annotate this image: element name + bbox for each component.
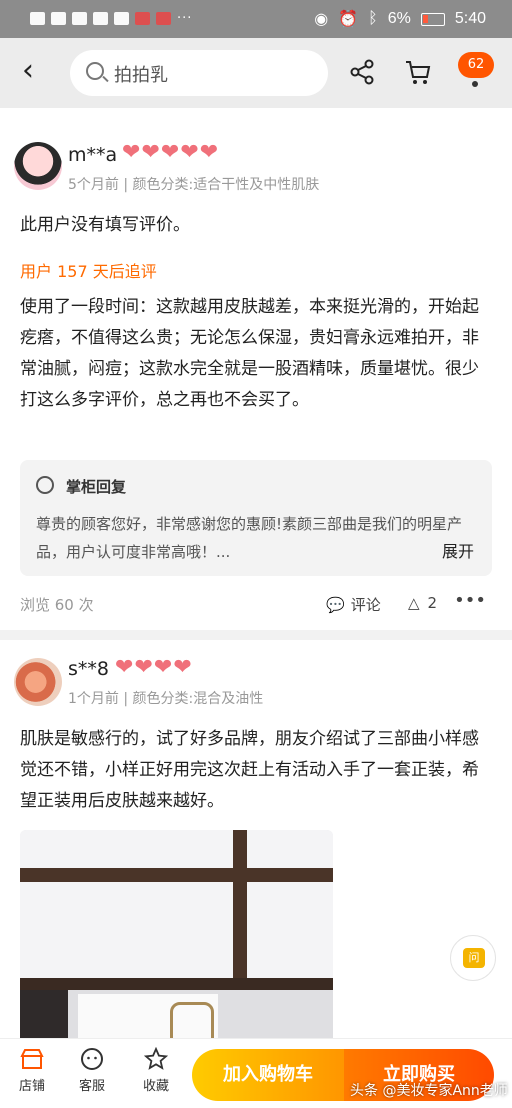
comment-label: 评论 [350,596,381,614]
heart-icon: ❤ [115,655,134,680]
service-label: 客服 [78,1079,105,1094]
review-item: m**a ❤ ❤ ❤ ❤ ❤ 5个月前 | 颜色分类:适合干性及中性肌肤 此用户… [0,108,512,642]
search-input[interactable]: 拍拍乳 [70,50,328,96]
share-icon[interactable] [348,58,376,86]
shop-button[interactable]: 店铺 [4,1047,60,1094]
view-count: 浏览 60 次 [20,596,94,614]
like-button[interactable]: △ 2 [408,594,437,612]
watermark: 头条 @美妆专家Ann老师 [350,1083,508,1099]
favorite-label: 收藏 [142,1079,169,1094]
review-photo[interactable] [20,830,333,1042]
rating-hearts: ❤ ❤ ❤ ❤ ❤ [122,142,218,164]
divider [0,630,512,640]
clock: 5:40 [454,10,486,27]
like-icon: △ [408,594,420,612]
smiley-icon [36,476,54,494]
ask-icon: 问 [463,948,485,968]
add-to-cart-button[interactable]: 加入购物车 [192,1049,344,1101]
battery-icon [420,12,445,26]
photo-gold-shape [170,1002,214,1042]
more-icon[interactable]: ••• [454,590,486,611]
photo-ribbon [20,978,333,990]
heart-icon: ❤ [141,140,160,165]
heart-icon: ❤ [180,140,199,165]
service-button[interactable]: 客服 [64,1047,120,1094]
favorite-button[interactable]: 收藏 [128,1047,184,1094]
app-icon [114,12,129,25]
status-icons-left: ··· [30,11,192,26]
shop-label: 店铺 [18,1079,45,1094]
followup-label: 用户 157 天后追评 [20,262,157,281]
heart-icon: ❤ [199,140,219,165]
username: s**8 [68,658,109,680]
review-stats: 浏览 60 次 💬 评论 △ 2 ••• [20,590,492,618]
top-bar: ‹ 拍拍乳 62 [0,38,512,108]
wechat-icon [93,12,108,25]
heart-icon: ❤ [173,655,192,680]
service-icon [81,1048,103,1070]
heart-icon: ❤ [134,655,153,680]
photo-ribbon [20,868,333,882]
eye-icon: ◉ [314,11,329,28]
comment-icon: 💬 [326,595,345,614]
signal-icon [51,12,66,25]
followup-text: 使用了一段时间：这款越用皮肤越差，本来挺光滑的，开始起疙瘩，不值得这么贵；无论怎… [20,297,479,410]
message-badge[interactable]: 62 [458,52,494,78]
back-button[interactable]: ‹ [22,56,34,86]
comment-button[interactable]: 💬 评论 [326,594,381,615]
message-menu-icon[interactable] [472,81,478,87]
rating-hearts: ❤ ❤ ❤ ❤ [115,657,192,679]
review-text: 肌肤是敏感行的，试了好多品牌，朋友介绍试了三部曲小样感觉还不错，小样正好用完这次… [20,729,479,811]
expand-button[interactable]: 展开 [442,538,474,562]
reply-text: 尊贵的顾客您好，非常感谢您的惠顾!素颜三部曲是我们的明星产品，用户认可度非常高哦… [36,515,463,561]
heart-icon: ❤ [160,140,180,165]
status-icons-right: ◉ ⏰ ᛒ 6% 5:40 [314,9,486,29]
reply-title: 掌柜回复 [66,478,127,496]
ask-button[interactable]: 问 [450,935,496,981]
review-text: 此用户没有填写评价。 [20,215,190,235]
search-placeholder: 拍拍乳 [114,65,168,86]
like-count: 2 [427,594,438,612]
hourglass-icon [72,12,87,25]
more-notifications-icon: ··· [177,11,193,26]
shop-icon [20,1049,44,1069]
heart-icon: ❤ [153,655,173,680]
review-meta: 1个月前 | 颜色分类:混合及油性 [68,691,264,707]
cart-icon[interactable] [404,58,432,86]
star-icon [144,1047,168,1070]
hd-icon [30,12,45,25]
seller-reply: 掌柜回复 尊贵的顾客您好，非常感谢您的惠顾!素颜三部曲是我们的明星产品，用户认可… [20,460,492,576]
avatar[interactable] [14,658,62,706]
search-icon [86,62,104,80]
username: m**a [68,144,118,166]
battery-percent: 6% [387,10,411,27]
avatar[interactable] [14,142,62,190]
photo-shadow [20,990,68,1042]
review-meta: 5个月前 | 颜色分类:适合干性及中性肌肤 [68,177,320,193]
photo-box-top [20,830,333,990]
app-icon-red [135,12,150,25]
status-bar: ··· ◉ ⏰ ᛒ 6% 5:40 [0,0,512,38]
heart-icon: ❤ [122,140,141,165]
bluetooth-icon: ᛒ [368,10,378,27]
app-icon-red-2 [156,12,171,25]
alarm-icon: ⏰ [338,11,359,28]
